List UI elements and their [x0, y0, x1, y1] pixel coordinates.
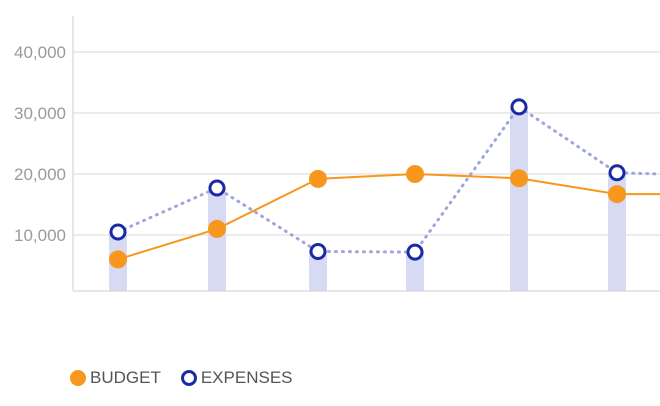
budget-point: [208, 219, 226, 238]
budget-point: [608, 185, 626, 204]
y-tick-label: 40,000: [14, 43, 66, 62]
legend-marker-budget: [70, 370, 86, 386]
legend-marker-expenses: [180, 370, 197, 386]
series-points: [109, 98, 626, 269]
legend-item-budget[interactable]: BUDGET: [70, 368, 161, 388]
budget-point: [510, 169, 528, 188]
expense-point: [510, 98, 528, 116]
y-tick-label: 20,000: [14, 165, 66, 184]
budget-point: [309, 169, 327, 188]
legend-label-expenses: EXPENSES: [200, 368, 293, 387]
budget-point: [109, 250, 127, 269]
y-tick-label: 10,000: [14, 226, 66, 245]
series-line-expenses: [116, 104, 660, 254]
expense-point: [109, 223, 127, 241]
chart: 10,000 20,000 30,000 40,000: [14, 16, 660, 292]
expense-bar: [208, 188, 226, 291]
legend-label-budget: BUDGET: [90, 368, 161, 387]
y-tick-label: 30,000: [14, 104, 66, 123]
expense-point: [208, 179, 226, 197]
expense-point: [309, 242, 327, 260]
series-lines: [116, 104, 660, 261]
expense-point: [406, 243, 424, 261]
budget-point: [406, 165, 424, 183]
axes: [72, 16, 660, 292]
legend-item-expenses[interactable]: EXPENSES: [180, 368, 293, 388]
series-line-budget: [117, 172, 660, 261]
legend: BUDGET EXPENSES: [70, 368, 313, 388]
expense-bar: [510, 106, 528, 292]
expense-point: [608, 164, 626, 182]
expense-bars: [109, 106, 626, 292]
y-tick-labels: 10,000 20,000 30,000 40,000: [14, 43, 66, 245]
